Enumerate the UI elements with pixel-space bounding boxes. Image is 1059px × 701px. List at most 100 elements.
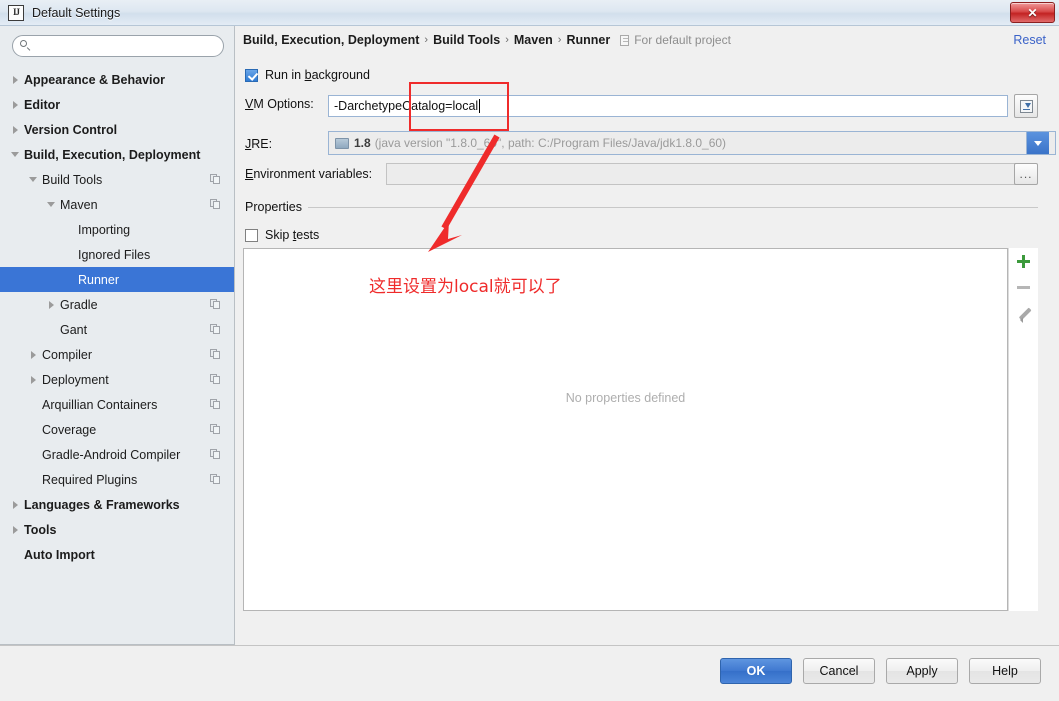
chevron-right-icon[interactable] [10, 499, 21, 510]
sidebar-item-importing[interactable]: Importing [0, 217, 234, 242]
chevron-down-icon[interactable] [28, 174, 39, 185]
sidebar-item-label: Runner [78, 272, 119, 287]
sidebar-item-runner[interactable]: Runner [0, 267, 234, 292]
sidebar-item-editor[interactable]: Editor [0, 92, 234, 117]
help-button[interactable]: Help [969, 658, 1041, 684]
dialog-body: Appearance & Behavior Editor Version Contr… [0, 26, 1059, 645]
copy-settings-icon[interactable] [210, 399, 221, 410]
sidebar-item-version-control[interactable]: Version Control [0, 117, 234, 142]
chevron-right-icon[interactable] [10, 124, 21, 135]
sidebar-item-arquillian-containers[interactable]: Arquillian Containers [0, 392, 234, 417]
sidebar-item-label: Required Plugins [42, 472, 138, 487]
breadcrumb-item[interactable]: Build, Execution, Deployment [243, 33, 419, 47]
sidebar-item-maven[interactable]: Maven [0, 192, 234, 217]
copy-settings-icon[interactable] [210, 374, 221, 385]
sidebar-item-languages-frameworks[interactable]: Languages & Frameworks [0, 492, 234, 517]
sidebar-item-label: Tools [24, 522, 57, 537]
sidebar-item-compiler[interactable]: Compiler [0, 342, 234, 367]
breadcrumb-item[interactable]: Build Tools [433, 33, 500, 47]
properties-table[interactable]: No properties defined [243, 248, 1008, 611]
scope-indicator: For default project [620, 33, 731, 47]
intellij-logo-icon: IJ [8, 4, 24, 21]
properties-empty-text: No properties defined [565, 391, 686, 405]
sidebar-search-wrap [0, 26, 234, 65]
sidebar-item-label: Gant [60, 322, 88, 337]
vm-options-label-wrap: VM Options: [245, 97, 314, 111]
breadcrumb: Build, Execution, Deployment › Build Tools… [235, 26, 1059, 54]
jre-combobox[interactable]: 1.8 (java version "1.8.0_60", path: C:/P… [328, 131, 1056, 155]
window-title: Default Settings [32, 5, 121, 20]
sidebar-item-appearance-behavior[interactable]: Appearance & Behavior [0, 67, 234, 92]
window-titlebar: IJ Default Settings ✕ [0, 0, 1059, 26]
chevron-down-icon[interactable] [46, 199, 57, 210]
sidebar-item-label: Coverage [42, 422, 97, 437]
sidebar-item-label: Auto Import [24, 547, 95, 562]
reset-link[interactable]: Reset [1013, 33, 1046, 47]
environment-variables-browse-button[interactable]: ... [1014, 163, 1038, 185]
insert-macro-icon [1019, 99, 1033, 113]
sidebar-item-label: Importing [78, 222, 131, 237]
remove-property-button[interactable] [1011, 274, 1037, 300]
default-settings-dialog: IJ Default Settings ✕ Appearance & Behav… [0, 0, 1059, 701]
run-in-background-checkbox[interactable] [245, 68, 258, 82]
sidebar-item-auto-import[interactable]: Auto Import [0, 542, 234, 567]
sidebar-item-gradle[interactable]: Gradle [0, 292, 234, 317]
chevron-down-icon[interactable] [1026, 132, 1049, 154]
plus-icon [1017, 254, 1030, 268]
close-icon: ✕ [1027, 5, 1038, 20]
vm-options-input[interactable]: -DarchetypeCatalog=local [328, 95, 1008, 117]
document-icon [620, 34, 630, 46]
copy-settings-icon[interactable] [210, 449, 221, 460]
sidebar-item-build-tools[interactable]: Build Tools [0, 167, 234, 192]
cancel-button[interactable]: Cancel [803, 658, 875, 684]
add-property-button[interactable] [1011, 248, 1037, 274]
chevron-right-icon[interactable] [46, 299, 57, 310]
sidebar-item-gradle-android-compiler[interactable]: Gradle-Android Compiler [0, 442, 234, 467]
copy-settings-icon[interactable] [210, 324, 221, 335]
chevron-down-icon[interactable] [10, 149, 21, 160]
close-window-button[interactable]: ✕ [1010, 2, 1055, 23]
sidebar-item-build-execution-deployment[interactable]: Build, Execution, Deployment [0, 142, 234, 167]
breadcrumb-item[interactable]: Maven [514, 33, 553, 47]
sidebar-item-gant[interactable]: Gant [0, 317, 234, 342]
sidebar-item-deployment[interactable]: Deployment [0, 367, 234, 392]
chevron-right-icon[interactable] [10, 99, 21, 110]
sidebar-item-label: Languages & Frameworks [24, 497, 180, 512]
sidebar-item-ignored-files[interactable]: Ignored Files [0, 242, 234, 267]
properties-group-title: Properties [245, 200, 308, 214]
settings-search-field[interactable] [12, 35, 224, 57]
settings-tree[interactable]: Appearance & Behavior Editor Version Contr… [0, 65, 234, 644]
jre-version: 1.8 [354, 136, 371, 150]
ellipsis-icon: ... [1019, 167, 1033, 181]
properties-group-line [305, 207, 1038, 208]
copy-settings-icon[interactable] [210, 424, 221, 435]
scope-label: For default project [634, 33, 731, 47]
copy-settings-icon[interactable] [210, 349, 221, 360]
vm-options-expand-button[interactable] [1014, 94, 1038, 118]
breadcrumb-separator: › [424, 34, 429, 46]
edit-property-button[interactable] [1011, 300, 1037, 326]
ok-button[interactable]: OK [720, 658, 792, 684]
copy-settings-icon[interactable] [210, 199, 221, 210]
copy-settings-icon[interactable] [210, 474, 221, 485]
sidebar-item-required-plugins[interactable]: Required Plugins [0, 467, 234, 492]
sidebar-item-tools[interactable]: Tools [0, 517, 234, 542]
chevron-right-icon[interactable] [10, 524, 21, 535]
sidebar-item-coverage[interactable]: Coverage [0, 417, 234, 442]
pencil-icon [1017, 306, 1031, 323]
breadcrumb-separator: › [557, 34, 562, 46]
chevron-right-icon[interactable] [28, 349, 39, 360]
dialog-action-buttons: OK Cancel Apply Help [720, 658, 1041, 684]
breadcrumb-item[interactable]: Runner [566, 33, 610, 47]
chevron-right-icon[interactable] [10, 74, 21, 85]
copy-settings-icon[interactable] [210, 299, 221, 310]
chevron-right-icon[interactable] [28, 374, 39, 385]
copy-settings-icon[interactable] [210, 174, 221, 185]
apply-button[interactable]: Apply [886, 658, 958, 684]
environment-variables-input[interactable] [386, 163, 1027, 185]
search-input[interactable] [32, 37, 223, 55]
skip-tests-checkbox[interactable] [245, 228, 258, 242]
